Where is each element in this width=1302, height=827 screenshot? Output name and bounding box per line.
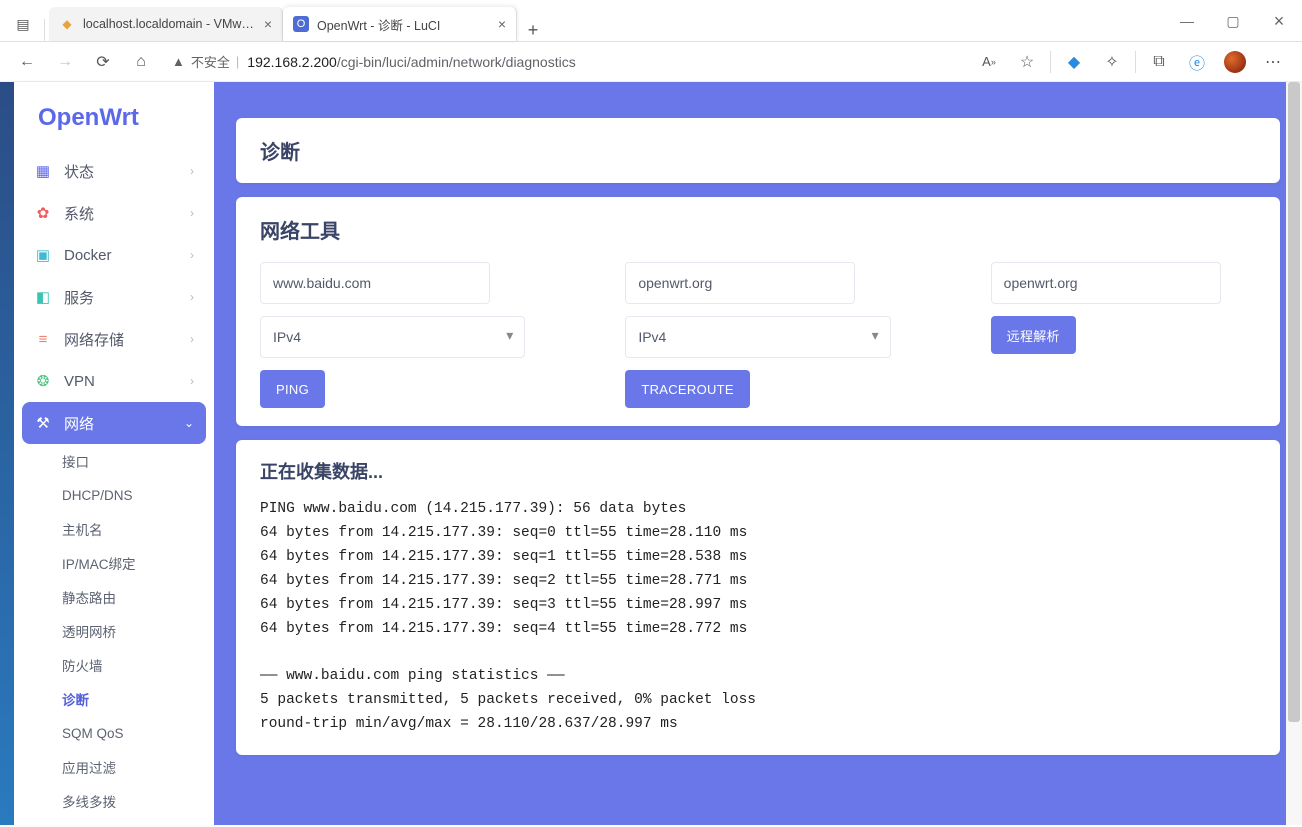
network-icon: ⚒ xyxy=(34,414,52,432)
ping-button[interactable]: PING xyxy=(260,370,325,408)
sidebar-item-nas[interactable]: ≡网络存储› xyxy=(22,318,206,360)
chevron-down-icon: ⌄ xyxy=(184,416,194,430)
openwrt-favicon: O xyxy=(293,16,309,32)
not-secure-badge[interactable]: ▲ 不安全 | xyxy=(172,52,239,71)
nslookup-button[interactable]: 远程解析 xyxy=(991,316,1076,354)
sub-hostnames[interactable]: 主机名 xyxy=(22,512,206,546)
chevron-right-icon: › xyxy=(190,164,194,178)
browser-tab-openwrt[interactable]: O OpenWrt - 诊断 - LuCI × xyxy=(283,7,517,41)
storage-icon: ≡ xyxy=(34,331,52,348)
page-title: 诊断 xyxy=(260,136,1256,165)
collections-icon[interactable]: ⧉ xyxy=(1140,45,1178,79)
chevron-right-icon: › xyxy=(190,332,194,346)
vmware-favicon: ◆ xyxy=(59,16,75,32)
traceroute-button[interactable]: TRACEROUTE xyxy=(625,370,750,408)
page-header-card: 诊断 xyxy=(236,118,1280,183)
url-field[interactable]: ▲ 不安全 | 192.168.2.200/cgi-bin/luci/admin… xyxy=(162,47,966,77)
chevron-right-icon: › xyxy=(190,206,194,220)
close-icon[interactable]: × xyxy=(498,16,506,32)
sub-mwan[interactable]: 多线多拨 xyxy=(22,784,206,818)
url-text: 192.168.2.200/cgi-bin/luci/admin/network… xyxy=(247,54,575,70)
extensions-icon[interactable]: ✧ xyxy=(1093,45,1131,79)
tab-title: OpenWrt - 诊断 - LuCI xyxy=(317,15,490,34)
new-tab-button[interactable]: + xyxy=(517,20,549,41)
sidebar-item-vpn[interactable]: ❂VPN› xyxy=(22,360,206,402)
sidebar-item-system[interactable]: ✿系统› xyxy=(22,192,206,234)
tab-title: localhost.localdomain - VMware... xyxy=(83,17,256,31)
sidebar-item-docker[interactable]: ▣Docker› xyxy=(22,234,206,276)
ping-host-input[interactable] xyxy=(260,262,490,304)
output-card: 正在收集数据... PING www.baidu.com (14.215.177… xyxy=(236,440,1280,755)
sub-bridge[interactable]: 透明网桥 xyxy=(22,614,206,648)
network-tools-card: 网络工具 PING xyxy=(236,197,1280,426)
sidebar-item-status[interactable]: ▦状态› xyxy=(22,150,206,192)
sub-firewall[interactable]: 防火墙 xyxy=(22,648,206,682)
docker-icon: ▣ xyxy=(34,246,52,264)
profile-avatar[interactable] xyxy=(1216,45,1254,79)
output-title: 正在收集数据... xyxy=(260,458,1256,484)
back-button[interactable]: ← xyxy=(10,45,44,79)
divider xyxy=(44,19,45,41)
gear-icon: ✿ xyxy=(34,204,52,222)
titlebar: ▤ ◆ localhost.localdomain - VMware... × … xyxy=(0,0,1302,42)
tab-strip-icon[interactable]: ▤ xyxy=(6,7,40,41)
nslookup-host-input[interactable] xyxy=(991,262,1221,304)
more-button[interactable]: ⋯ xyxy=(1254,45,1292,79)
sub-routes[interactable]: 静态路由 xyxy=(22,580,206,614)
sub-ipmac[interactable]: IP/MAC绑定 xyxy=(22,546,206,580)
ping-proto-select[interactable] xyxy=(260,316,525,358)
forward-button: → xyxy=(48,45,82,79)
divider xyxy=(1050,51,1051,73)
sub-sqm[interactable]: SQM QoS xyxy=(22,716,206,750)
extension-diamond-icon[interactable]: ◆ xyxy=(1055,45,1093,79)
sidebar-item-network[interactable]: ⚒网络⌄ xyxy=(22,402,206,444)
desktop-edge xyxy=(0,82,14,825)
window-close-button[interactable]: × xyxy=(1256,11,1302,32)
brand-logo[interactable]: OpenWrt xyxy=(14,82,214,146)
address-bar: ← → ⟳ ⌂ ▲ 不安全 | 192.168.2.200/cgi-bin/lu… xyxy=(0,42,1302,82)
sub-dhcpdns[interactable]: DHCP/DNS xyxy=(22,478,206,512)
refresh-button[interactable]: ⟳ xyxy=(86,45,120,79)
sub-interfaces[interactable]: 接口 xyxy=(22,444,206,478)
globe-icon: ❂ xyxy=(34,372,52,390)
minimize-button[interactable]: ― xyxy=(1164,13,1210,29)
close-icon[interactable]: × xyxy=(264,16,272,32)
traceroute-proto-select[interactable] xyxy=(625,316,890,358)
traceroute-host-input[interactable] xyxy=(625,262,855,304)
ping-output: PING www.baidu.com (14.215.177.39): 56 d… xyxy=(260,498,1256,737)
sidebar-item-services[interactable]: ◧服务› xyxy=(22,276,206,318)
chevron-right-icon: › xyxy=(190,248,194,262)
chevron-right-icon: › xyxy=(190,374,194,388)
read-aloud-button[interactable]: A» xyxy=(970,45,1008,79)
chevron-right-icon: › xyxy=(190,290,194,304)
divider xyxy=(1135,51,1136,73)
services-icon: ◧ xyxy=(34,288,52,306)
maximize-button[interactable]: ▢ xyxy=(1210,13,1256,30)
sidebar: OpenWrt ▦状态› ✿系统› ▣Docker› ◧服务› ≡网络存储› ❂… xyxy=(14,82,214,825)
browser-tab-vmware[interactable]: ◆ localhost.localdomain - VMware... × xyxy=(49,7,283,41)
favorite-button[interactable]: ☆ xyxy=(1008,45,1046,79)
ie-mode-icon[interactable]: ⓔ xyxy=(1178,45,1216,79)
sub-diagnostics[interactable]: 诊断 xyxy=(22,682,206,716)
submenu-network: 接口 DHCP/DNS 主机名 IP/MAC绑定 静态路由 透明网桥 防火墙 诊… xyxy=(22,444,206,818)
tools-title: 网络工具 xyxy=(260,215,1256,244)
sub-appfilter[interactable]: 应用过滤 xyxy=(22,750,206,784)
dashboard-icon: ▦ xyxy=(34,162,52,180)
home-button[interactable]: ⌂ xyxy=(124,45,158,79)
warning-icon: ▲ xyxy=(172,54,185,69)
